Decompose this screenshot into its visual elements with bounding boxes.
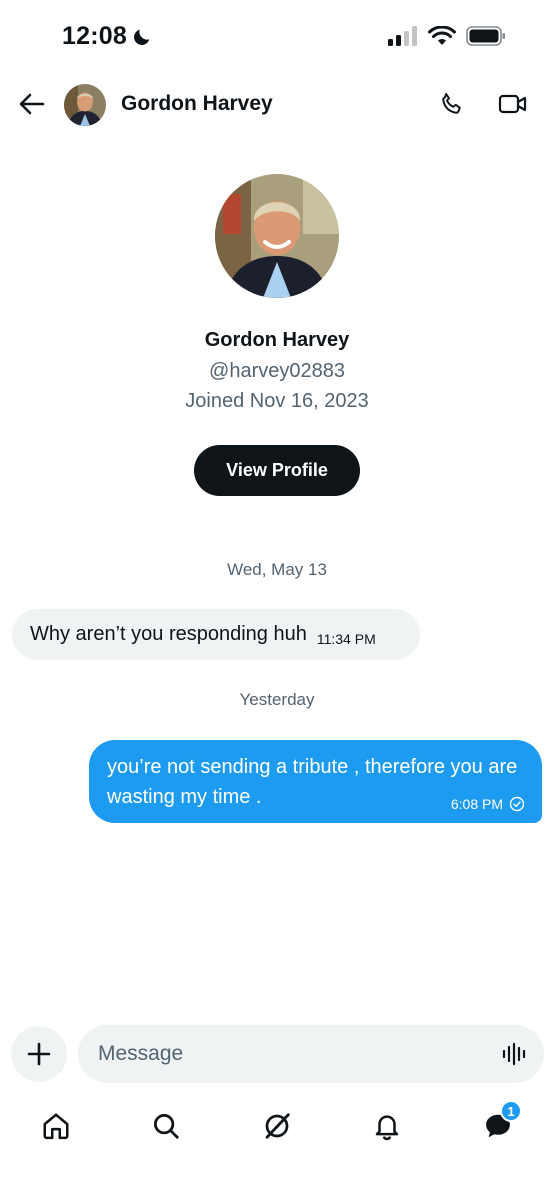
message-text: Why aren’t you responding huh bbox=[30, 623, 307, 645]
bottom-navigation: 1 bbox=[0, 1100, 554, 1150]
nav-messages[interactable]: 1 bbox=[478, 1100, 522, 1146]
nav-search[interactable] bbox=[146, 1106, 186, 1146]
view-profile-button[interactable]: View Profile bbox=[194, 445, 360, 496]
status-time: 12:08 bbox=[62, 22, 153, 51]
message-time: 6:08 PM bbox=[450, 796, 503, 812]
phone-icon bbox=[442, 93, 461, 114]
nav-home[interactable] bbox=[36, 1106, 76, 1146]
audio-waveform-icon bbox=[502, 1042, 526, 1066]
message-input[interactable] bbox=[98, 1025, 478, 1083]
plus-icon bbox=[27, 1042, 51, 1066]
date-divider: Wed, May 13 bbox=[227, 560, 327, 579]
back-arrow-icon bbox=[19, 93, 45, 115]
status-time-text: 12:08 bbox=[62, 22, 127, 50]
profile-name: Gordon Harvey bbox=[204, 329, 350, 351]
message-meta: 6:08 PM bbox=[451, 796, 525, 812]
wifi-icon bbox=[428, 26, 456, 45]
voice-message-button[interactable] bbox=[500, 1040, 528, 1068]
messages-badge: 1 bbox=[500, 1100, 522, 1122]
profile-avatar[interactable] bbox=[215, 174, 339, 298]
message-bubble-outgoing[interactable]: you’re not sending a tribute , therefore… bbox=[89, 740, 542, 823]
status-icons bbox=[388, 26, 506, 46]
message-composer bbox=[78, 1025, 544, 1083]
message-bubble-incoming[interactable]: Why aren’t you responding huh 11:34 PM bbox=[12, 609, 420, 660]
check-circle-icon bbox=[509, 796, 525, 812]
moon-icon bbox=[133, 29, 150, 45]
home-icon bbox=[43, 1113, 69, 1140]
conversation-header: Gordon Harvey bbox=[0, 76, 554, 132]
nav-grok[interactable] bbox=[257, 1106, 297, 1146]
profile-handle: @harvey02883 bbox=[209, 360, 345, 382]
nav-notifications[interactable] bbox=[367, 1106, 407, 1146]
contact-name[interactable]: Gordon Harvey bbox=[121, 92, 273, 116]
contact-avatar[interactable] bbox=[64, 84, 106, 126]
grok-icon bbox=[265, 1113, 290, 1139]
status-bar: 12:08 bbox=[0, 0, 554, 76]
video-camera-icon bbox=[498, 94, 527, 114]
message-time: 11:34 PM bbox=[316, 630, 376, 647]
search-icon bbox=[154, 1114, 179, 1139]
battery-icon bbox=[466, 26, 505, 46]
voice-call-button[interactable] bbox=[436, 88, 468, 120]
profile-photo bbox=[215, 174, 339, 298]
add-attachment-button[interactable] bbox=[11, 1026, 67, 1082]
profile-joined-date: Joined Nov 16, 2023 bbox=[185, 390, 369, 412]
notifications-icon bbox=[375, 1115, 399, 1141]
cellular-signal-icon bbox=[388, 26, 417, 46]
avatar-image bbox=[64, 84, 106, 126]
video-call-button[interactable] bbox=[496, 88, 530, 120]
date-divider: Yesterday bbox=[239, 690, 315, 709]
back-button[interactable] bbox=[16, 88, 48, 120]
